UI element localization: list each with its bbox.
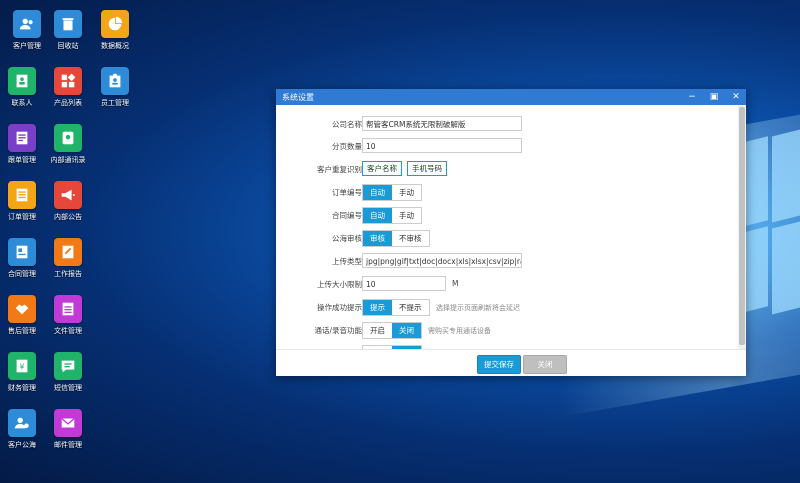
desktop-icon-label: 短信管理: [54, 384, 82, 392]
pool-audit-label: 公海审核: [332, 234, 362, 243]
customer-pool-icon: [8, 409, 36, 437]
desktop-icon-label: 员工管理: [101, 99, 129, 107]
desktop-icons: 客户管理 回收站 数据概况 联系人 产品列表 员工管理 跟单管理 内部通讯录 订…: [0, 0, 140, 483]
address-book-icon: [54, 124, 82, 152]
pagesize-input[interactable]: 10: [362, 138, 522, 153]
desktop-icon-work-report[interactable]: 工作报告: [41, 238, 95, 294]
dialog-body: 公司名称 帮管客CRM系统无限制破解版 分页数量 10 客户重复识别 客户名称 …: [276, 105, 738, 349]
desktop-icon-announcements[interactable]: 内部公告: [41, 181, 95, 237]
svg-text:¥: ¥: [19, 362, 24, 372]
windows-logo-wallpaper: [738, 127, 800, 320]
product-grid-icon: [54, 67, 82, 95]
desktop-icon-label: 文件管理: [54, 327, 82, 335]
contract-number-toggle: 自动 手动: [362, 207, 422, 224]
order-manual-option[interactable]: 手动: [392, 185, 421, 200]
users-icon: [13, 10, 41, 38]
order-number-toggle: 自动 手动: [362, 184, 422, 201]
dup-option-customer-name[interactable]: 客户名称: [362, 161, 402, 176]
call-on-option[interactable]: 开启: [363, 323, 392, 338]
contract-auto-option[interactable]: 自动: [363, 208, 392, 223]
pool-no-audit-option[interactable]: 不审核: [392, 231, 429, 246]
company-row: 公司名称 帮管客CRM系统无限制破解版: [276, 114, 738, 134]
folder-icon: [8, 124, 36, 152]
mail-icon: [54, 409, 82, 437]
pagesize-label: 分页数量: [332, 142, 362, 151]
contract-icon: [8, 238, 36, 266]
desktop-icon-products[interactable]: 产品列表: [41, 67, 95, 123]
call-record-toggle: 开启 关闭: [362, 322, 422, 339]
desktop-icon-data-overview[interactable]: 数据概况: [88, 10, 142, 66]
success-tip-row: 操作成功提示 提示 不提示 选择提示页面刷新将会延迟: [276, 297, 738, 317]
upload-type-input[interactable]: jpg|png|gif|txt|doc|docx|xls|xlsx|csv|zi…: [362, 253, 522, 268]
contact-icon: [8, 67, 36, 95]
dialog-scrollbar[interactable]: [738, 105, 746, 349]
desktop-icon-files[interactable]: 文件管理: [41, 295, 95, 351]
desktop-icon-label: 回收站: [57, 42, 79, 50]
order-number-row: 订单编号 自动 手动: [276, 182, 738, 202]
dialog-footer: 提交保存 关闭: [276, 349, 746, 377]
pool-audit-row: 公海审核 审核 不审核: [276, 228, 738, 248]
pool-audit-toggle: 审核 不审核: [362, 230, 430, 247]
success-tip-hint: 选择提示页面刷新将会延迟: [436, 304, 520, 312]
contract-number-row: 合同编号 自动 手动: [276, 205, 738, 225]
badge-icon: [101, 67, 129, 95]
close-icon[interactable]: ✕: [730, 91, 742, 103]
desktop-icon-mail[interactable]: 邮件管理: [41, 409, 95, 465]
message-icon: [54, 352, 82, 380]
pagesize-row: 分页数量 10: [276, 136, 738, 156]
success-tip-toggle: 提示 不提示: [362, 299, 430, 316]
contract-manual-option[interactable]: 手动: [392, 208, 421, 223]
submit-button[interactable]: 提交保存: [477, 355, 521, 374]
document-icon: [8, 181, 36, 209]
call-record-row: 通话/录音功能 开启 关闭 需购买专用通话设备: [276, 320, 738, 340]
call-off-option[interactable]: 关闭: [392, 323, 421, 338]
duplicate-check-label: 客户重复识别: [317, 165, 362, 174]
call-record-label: 通话/录音功能: [314, 326, 362, 335]
desktop-icon-sms[interactable]: 短信管理: [41, 352, 95, 408]
desktop-icon-label: 邮件管理: [54, 441, 82, 449]
company-input[interactable]: 帮管客CRM系统无限制破解版: [362, 116, 522, 131]
upload-size-unit: M: [452, 279, 459, 288]
contract-number-label: 合同编号: [332, 211, 362, 220]
upload-type-label: 上传类型: [332, 257, 362, 266]
handshake-icon: [8, 295, 36, 323]
maximize-icon[interactable]: ▣: [708, 91, 720, 103]
megaphone-icon: [54, 181, 82, 209]
success-no-tip-option[interactable]: 不提示: [392, 300, 429, 315]
upload-size-row: 上传大小限制 10 M: [276, 274, 738, 294]
desktop-icon-label: 数据概况: [101, 42, 129, 50]
desktop-icon-internal-contacts[interactable]: 内部通讯录: [41, 124, 95, 180]
success-tip-label: 操作成功提示: [317, 303, 362, 312]
desktop-icon-label: 工作报告: [54, 270, 82, 278]
desktop-icon-label: 内部通讯录: [50, 156, 86, 164]
file-icon: [54, 295, 82, 323]
success-tip-option[interactable]: 提示: [363, 300, 392, 315]
company-label: 公司名称: [332, 120, 362, 129]
dup-option-phone[interactable]: 手机号码: [407, 161, 447, 176]
order-auto-option[interactable]: 自动: [363, 185, 392, 200]
desktop-icon-label: 产品列表: [54, 99, 82, 107]
trash-icon: [54, 10, 82, 38]
desktop-icon-label: 内部公告: [54, 213, 82, 221]
dialog-title: 系统设置: [282, 93, 314, 102]
upload-size-label: 上传大小限制: [317, 280, 362, 289]
desktop-icon-recycle-bin[interactable]: 回收站: [41, 10, 95, 66]
close-button[interactable]: 关闭: [523, 355, 567, 374]
desktop-icon-staff[interactable]: 员工管理: [88, 67, 142, 123]
order-number-label: 订单编号: [332, 188, 362, 197]
finance-icon: ¥: [8, 352, 36, 380]
minimize-icon[interactable]: −: [686, 91, 698, 103]
duplicate-check-row: 客户重复识别 客户名称 手机号码: [276, 159, 738, 179]
upload-size-input[interactable]: 10: [362, 276, 446, 291]
pie-chart-icon: [101, 10, 129, 38]
dialog-titlebar[interactable]: 系统设置 − ▣ ✕: [276, 89, 746, 105]
upload-type-row: 上传类型 jpg|png|gif|txt|doc|docx|xls|xlsx|c…: [276, 251, 738, 271]
report-icon: [54, 238, 82, 266]
system-settings-dialog: 系统设置 − ▣ ✕ 公司名称 帮管客CRM系统无限制破解版 分页数量 10 客…: [276, 89, 746, 376]
scrollbar-thumb[interactable]: [739, 107, 745, 345]
pool-audit-option[interactable]: 审核: [363, 231, 392, 246]
call-record-hint: 需购买专用通话设备: [428, 327, 491, 335]
